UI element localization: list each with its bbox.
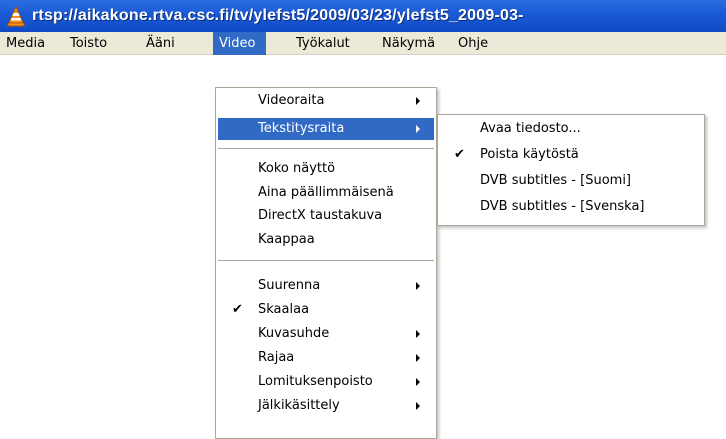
submenu-arrow-icon xyxy=(416,97,420,105)
submenu-arrow-icon xyxy=(416,125,420,133)
menu-toisto[interactable]: Toisto xyxy=(64,32,113,55)
menu-item-koko-naytto[interactable]: Koko näyttö xyxy=(218,158,434,180)
menu-separator xyxy=(218,260,434,261)
submenu-arrow-icon xyxy=(416,402,420,410)
checkmark-icon: ✔ xyxy=(454,147,465,162)
menu-separator xyxy=(218,148,434,149)
menu-item-label: Lomituksenpoisto xyxy=(258,374,373,389)
menu-item-label: DVB subtitles - [Svenska] xyxy=(480,199,645,214)
menu-item-label: Suurenna xyxy=(258,278,321,293)
submenu-item-poista-kaytosta[interactable]: ✔ Poista käytöstä xyxy=(440,144,702,166)
submenu-item-dvb-svenska[interactable]: DVB subtitles - [Svenska] xyxy=(440,196,702,218)
menu-item-label: Koko näyttö xyxy=(258,161,336,176)
submenu-arrow-icon xyxy=(416,378,420,386)
menu-item-label: Tekstitysraita xyxy=(258,121,345,136)
menu-tyokalut[interactable]: Työkalut xyxy=(290,32,356,55)
menu-item-aina-paallimmaisena[interactable]: Aina päällimmäisenä xyxy=(218,182,434,204)
menu-item-label: DirectX taustakuva xyxy=(258,208,383,223)
menu-bar: Media Toisto Ääni Video Työkalut Näkymä … xyxy=(0,32,726,55)
menu-item-label: Kuvasuhde xyxy=(258,326,330,341)
submenu-item-avaa-tiedosto[interactable]: Avaa tiedosto... xyxy=(440,118,702,140)
menu-item-directx-taustakuva[interactable]: DirectX taustakuva xyxy=(218,205,434,227)
menu-item-kuvasuhde[interactable]: Kuvasuhde xyxy=(218,323,434,345)
menu-ohje[interactable]: Ohje xyxy=(452,32,494,55)
submenu-arrow-icon xyxy=(416,330,420,338)
submenu-item-dvb-suomi[interactable]: DVB subtitles - [Suomi] xyxy=(440,170,702,192)
menu-item-label: Avaa tiedosto... xyxy=(480,121,581,136)
menu-item-lomituksenpoisto[interactable]: Lomituksenpoisto xyxy=(218,371,434,393)
menu-item-kaappaa[interactable]: Kaappaa xyxy=(218,229,434,251)
menu-item-skaalaa[interactable]: ✔ Skaalaa xyxy=(218,299,434,321)
window-title: rtsp://aikakone.rtva.csc.fi/tv/ylefst5/2… xyxy=(32,7,524,24)
menu-item-tekstitysraita[interactable]: Tekstitysraita xyxy=(218,118,434,140)
menu-item-suurenna[interactable]: Suurenna xyxy=(218,275,434,297)
menu-item-label: Skaalaa xyxy=(258,302,310,317)
submenu-arrow-icon xyxy=(416,282,420,290)
menu-video[interactable]: Video xyxy=(213,32,266,55)
menu-nakyma[interactable]: Näkymä xyxy=(376,32,441,55)
menu-item-label: Kaappaa xyxy=(258,232,315,247)
menu-item-label: Poista käytöstä xyxy=(480,147,579,162)
submenu-arrow-icon xyxy=(416,354,420,362)
menu-item-label: Jälkikäsittely xyxy=(258,398,340,413)
menu-item-label: Aina päällimmäisenä xyxy=(258,185,394,200)
checkmark-icon: ✔ xyxy=(232,302,243,317)
menu-item-videoraita[interactable]: Videoraita xyxy=(218,90,434,112)
title-bar[interactable]: rtsp://aikakone.rtva.csc.fi/tv/ylefst5/2… xyxy=(0,0,726,32)
menu-aani[interactable]: Ääni xyxy=(140,32,181,55)
menu-item-jalkikasittely[interactable]: Jälkikäsittely xyxy=(218,395,434,417)
menu-item-rajaa[interactable]: Rajaa xyxy=(218,347,434,369)
vlc-cone-icon xyxy=(5,5,27,27)
menu-media[interactable]: Media xyxy=(0,32,51,55)
menu-item-label: Videoraita xyxy=(258,93,325,108)
menu-item-label: DVB subtitles - [Suomi] xyxy=(480,173,631,188)
menu-item-label: Rajaa xyxy=(258,350,295,365)
video-menu: Videoraita Tekstitysraita Koko näyttö Ai… xyxy=(215,87,437,439)
subtitle-submenu: Avaa tiedosto... ✔ Poista käytöstä DVB s… xyxy=(437,114,705,226)
